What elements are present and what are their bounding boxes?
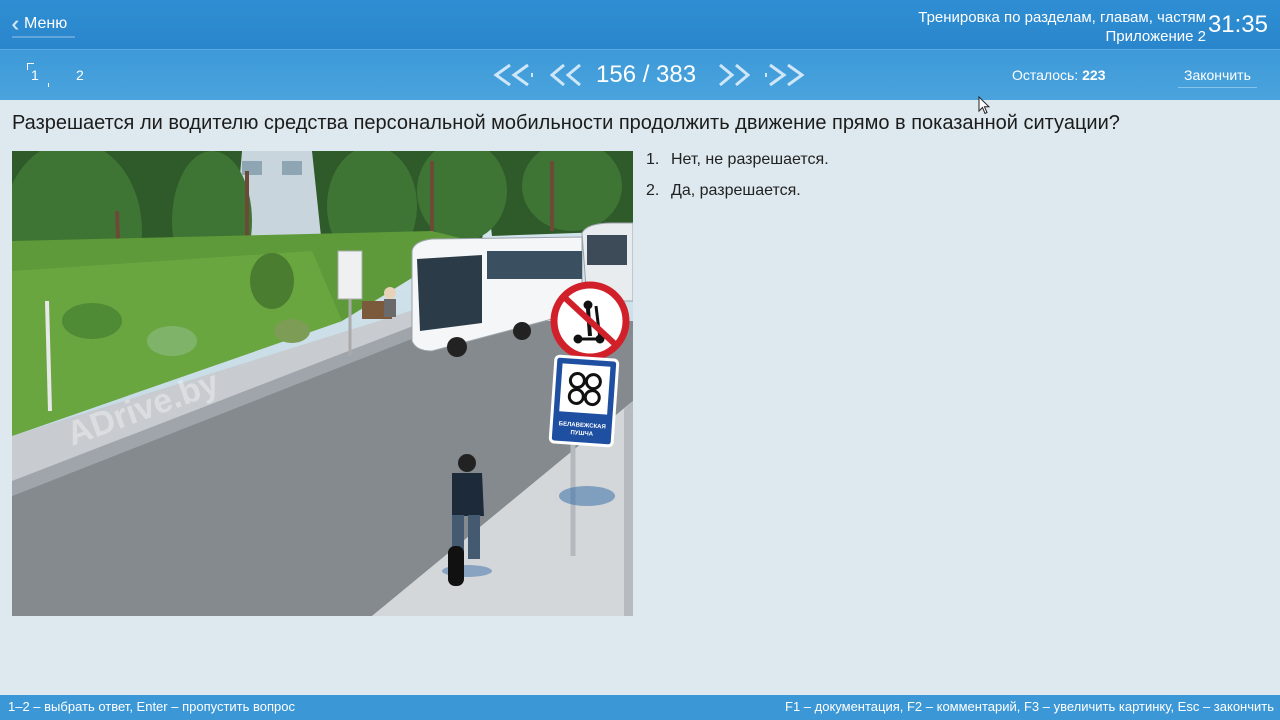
session-title-line1: Тренировка по разделам, главам, частям [918,9,1206,26]
session-title-line2: Приложение 2 [1105,28,1207,45]
remaining-label: Осталось: [1012,67,1079,83]
answer-option-1[interactable]: 1. Нет, не разрешается. [646,150,829,181]
last-question-button[interactable] [764,62,810,88]
previous-question-button[interactable] [549,62,584,88]
question-image[interactable]: БЕЛАВЕЖСКАЯ ПУШЧА ADrive.by [12,151,633,616]
answer-text: Да, разрешается. [671,182,801,199]
mouse-cursor-icon [978,96,990,115]
session-title: Тренировка по разделам, главам, частям П… [918,8,1206,46]
remaining-counter: Осталось: 223 [1012,67,1105,83]
menu-label: Меню [24,15,68,32]
question-text: Разрешается ли водителю средства персона… [12,112,1120,134]
remaining-value: 223 [1082,67,1106,83]
answer-number: 1. [646,151,660,168]
answer-option-2[interactable]: 2. Да, разрешается. [646,181,829,212]
page-tab-2[interactable]: 2 [76,67,84,83]
hotkeys-bar: 1–2 – выбрать ответ, Enter – пропустить … [0,695,1280,720]
double-arrow-left-icon [493,63,533,87]
top-bar: ‹‹ Меню Тренировка по разделам, главам, … [0,0,1280,50]
hotkeys-hint-left: 1–2 – выбрать ответ, Enter – пропустить … [8,699,296,714]
arrow-right-icon [719,63,751,87]
menu-button[interactable]: ‹‹ Меню [12,12,76,38]
next-question-button[interactable] [716,62,751,88]
finish-button[interactable]: Закончить [1178,65,1257,88]
arrow-left-icon [549,63,581,87]
double-arrow-right-icon [765,63,805,87]
answers-list: 1. Нет, не разрешается. 2. Да, разрешает… [646,150,829,212]
road-scene-illustration: БЕЛАВЕЖСКАЯ ПУШЧА ADrive.by [12,151,633,616]
hotkeys-hint-right: F1 – документация, F2 – комментарий, F3 … [785,699,1274,714]
question-counter: 156 / 383 [596,61,697,88]
page-tab-1[interactable]: 1 [27,63,49,87]
answer-number: 2. [646,182,660,199]
answer-text: Нет, не разрешается. [671,151,829,168]
first-question-button[interactable] [488,62,534,88]
timer: 31:35 [1207,11,1268,38]
